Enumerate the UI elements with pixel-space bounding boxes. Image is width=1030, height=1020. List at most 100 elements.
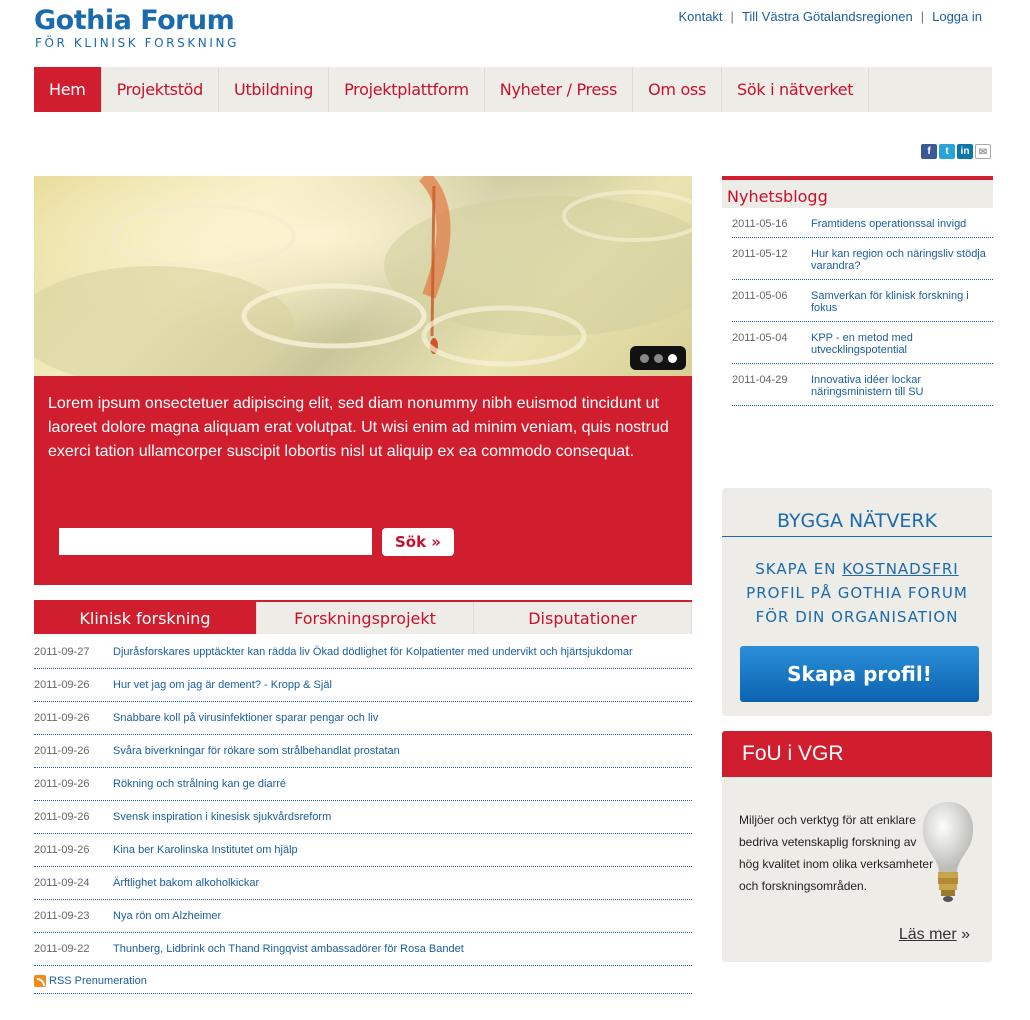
fou-box: FoU i VGR Miljöer och verktyg för att en…	[722, 731, 992, 962]
news-date: 2011-09-26	[34, 679, 90, 691]
news-date: 2011-09-26	[34, 745, 90, 757]
logo-subtitle: FÖR KLINISK FORSKNING	[35, 36, 239, 50]
search-button[interactable]: Sök »	[382, 528, 454, 556]
rss-link[interactable]: RSS Prenumeration	[49, 975, 147, 987]
build-network-text: SKAPA EN KOSTNADSFRI PROFIL PÅ GOTHIA FO…	[722, 537, 992, 629]
list-item: 2011-09-26 Svåra biverkningar för rökare …	[34, 735, 692, 768]
blog-date: 2011-05-16	[732, 218, 788, 230]
site-logo[interactable]: Gothia Forum FÖR KLINISK FORSKNING	[34, 5, 239, 51]
blog-title: Nyhetsblogg	[722, 176, 993, 208]
news-link[interactable]: Nya rön om Alzheimer	[113, 910, 221, 922]
build-network-line3: FÖR DIN ORGANISATION	[755, 608, 959, 626]
linkedin-icon[interactable]: in	[957, 144, 973, 159]
news-date: 2011-09-26	[34, 712, 90, 724]
slider-dots	[630, 346, 686, 370]
social-links: f t in ✉	[921, 144, 991, 159]
nav-item-om-oss[interactable]: Om oss	[633, 67, 723, 112]
list-item: 2011-09-26 Svensk inspiration i kinesisk …	[34, 801, 692, 834]
list-item: 2011-09-24 Ärftlighet bakom alkoholkickar	[34, 867, 692, 900]
nav-item-projektplattform[interactable]: Projektplattform	[329, 67, 485, 112]
news-link[interactable]: Thunberg, Lidbrink och Thand Ringqvist a…	[113, 943, 464, 955]
separator: |	[920, 9, 925, 24]
read-more-link[interactable]: Läs mer »	[899, 926, 970, 944]
slider-dot[interactable]	[639, 353, 649, 363]
blog-item: 2011-05-16 Framtidens operationssal invig…	[732, 208, 993, 238]
list-item: 2011-09-27 Djuråsforskares upptäckter kan…	[34, 636, 692, 669]
hero-panel: Lorem ipsum onsectetuer adipiscing elit,…	[34, 376, 692, 585]
list-item: 2011-09-26 Rökning och strålning kan ge d…	[34, 768, 692, 801]
vgr-link[interactable]: Till Västra Götalandsregionen	[742, 9, 913, 24]
twitter-icon[interactable]: t	[939, 144, 955, 159]
blog-item: 2011-05-04 KPP - en metod med utvecklings…	[732, 322, 993, 364]
news-link[interactable]: Svensk inspiration i kinesisk sjukvårdsr…	[113, 811, 331, 823]
news-link[interactable]: Rökning och strålning kan ge diarré	[113, 778, 286, 790]
read-more-arrow: »	[956, 926, 970, 943]
news-date: 2011-09-26	[34, 844, 90, 856]
fou-description: Miljöer och verktyg för att enklare bedr…	[739, 813, 934, 893]
news-link[interactable]: Snabbare koll på virusinfektioner sparar…	[113, 712, 378, 724]
news-date: 2011-09-26	[34, 811, 90, 823]
fou-title: FoU i VGR	[722, 731, 992, 777]
news-link[interactable]: Svåra biverkningar för rökare som strålb…	[113, 745, 400, 757]
build-network-line2: PROFIL PÅ GOTHIA FORUM	[746, 584, 968, 602]
nav-item-nyheter-press[interactable]: Nyheter / Press	[485, 67, 634, 112]
news-date: 2011-09-22	[34, 943, 90, 955]
create-profile-button[interactable]: Skapa profil!	[740, 646, 979, 702]
news-date: 2011-09-23	[34, 910, 90, 922]
blog-link[interactable]: Hur kan region och näringsliv stödja var…	[811, 248, 993, 272]
news-date: 2011-09-26	[34, 778, 90, 790]
rss-subscribe[interactable]: RSS Prenumeration	[34, 968, 692, 994]
hero-lab-illustration	[34, 176, 692, 376]
main-nav: Hem Projektstöd Utbildning Projektplattf…	[34, 67, 992, 112]
tab-klinisk-forskning[interactable]: Klinisk forskning	[34, 602, 257, 634]
build-network-line1a: SKAPA EN	[755, 560, 843, 578]
blog-link[interactable]: KPP - en metod med utvecklingspotential	[811, 332, 993, 356]
blog-date: 2011-05-06	[732, 290, 788, 302]
news-tabs: Klinisk forskning Forskningsprojekt Disp…	[34, 600, 692, 634]
news-link[interactable]: Kina ber Karolinska Institutet om hjälp	[113, 844, 298, 856]
news-link[interactable]: Djuråsforskares upptäckter kan rädda liv…	[113, 646, 633, 658]
blog-date: 2011-05-04	[732, 332, 788, 344]
blog-link[interactable]: Samverkan för klinisk forskning i fokus	[811, 290, 993, 314]
list-item: 2011-09-22 Thunberg, Lidbrink och Thand R…	[34, 933, 692, 966]
read-more-label[interactable]: Läs mer	[899, 926, 957, 943]
news-list: 2011-09-27 Djuråsforskares upptäckter kan…	[34, 636, 692, 966]
list-item: 2011-09-26 Hur vet jag om jag är dement? …	[34, 669, 692, 702]
slider-dot[interactable]	[653, 353, 663, 363]
nav-item-utbildning[interactable]: Utbildning	[219, 67, 330, 112]
news-link[interactable]: Ärftlighet bakom alkoholkickar	[113, 877, 259, 889]
search-input[interactable]	[59, 528, 372, 555]
hero-text: Lorem ipsum onsectetuer adipiscing elit,…	[48, 395, 669, 460]
slider-dot-active[interactable]	[667, 353, 677, 363]
build-network-box: BYGGA NÄTVERK SKAPA EN KOSTNADSFRI PROFI…	[722, 488, 992, 716]
blog-item: 2011-04-29 Innovativa idéer lockar näring…	[732, 364, 993, 406]
separator: |	[730, 9, 734, 24]
tab-forskningsprojekt[interactable]: Forskningsprojekt	[257, 602, 474, 634]
list-item: 2011-09-26 Snabbare koll på virusinfektio…	[34, 702, 692, 735]
top-links: Kontakt | Till Västra Götalandsregionen | Lo…	[678, 9, 982, 24]
hero-image	[34, 176, 692, 376]
contact-link[interactable]: Kontakt	[678, 9, 722, 24]
login-link[interactable]: Logga in	[932, 9, 982, 24]
mail-icon[interactable]: ✉	[975, 144, 991, 159]
blog-date: 2011-04-29	[732, 374, 788, 386]
nav-item-sok-natverket[interactable]: Sök i nätverket	[722, 67, 870, 112]
nav-item-hem[interactable]: Hem	[34, 67, 102, 112]
build-network-title: BYGGA NÄTVERK	[722, 488, 992, 537]
news-date: 2011-09-24	[34, 877, 90, 889]
nav-item-projektstod[interactable]: Projektstöd	[102, 67, 220, 112]
rss-icon	[34, 974, 46, 987]
list-item: 2011-09-26 Kina ber Karolinska Institutet…	[34, 834, 692, 867]
facebook-icon[interactable]: f	[921, 144, 937, 159]
list-item: 2011-09-23 Nya rön om Alzheimer	[34, 900, 692, 933]
tab-disputationer[interactable]: Disputationer	[474, 602, 692, 634]
blog-date: 2011-05-12	[732, 248, 788, 260]
blog-item: 2011-05-12 Hur kan region och näringsliv …	[732, 238, 993, 280]
news-blog: Nyhetsblogg 2011-05-16 Framtidens operati…	[722, 176, 993, 406]
blog-link[interactable]: Innovativa idéer lockar näringsministern…	[811, 374, 993, 398]
blog-item: 2011-05-06 Samverkan för klinisk forsknin…	[732, 280, 993, 322]
logo-title: Gothia Forum	[34, 5, 235, 36]
blog-link[interactable]: Framtidens operationssal invigd	[811, 218, 966, 230]
news-link[interactable]: Hur vet jag om jag är dement? - Kropp & …	[113, 679, 332, 691]
build-network-line1b: KOSTNADSFRI	[842, 560, 959, 578]
